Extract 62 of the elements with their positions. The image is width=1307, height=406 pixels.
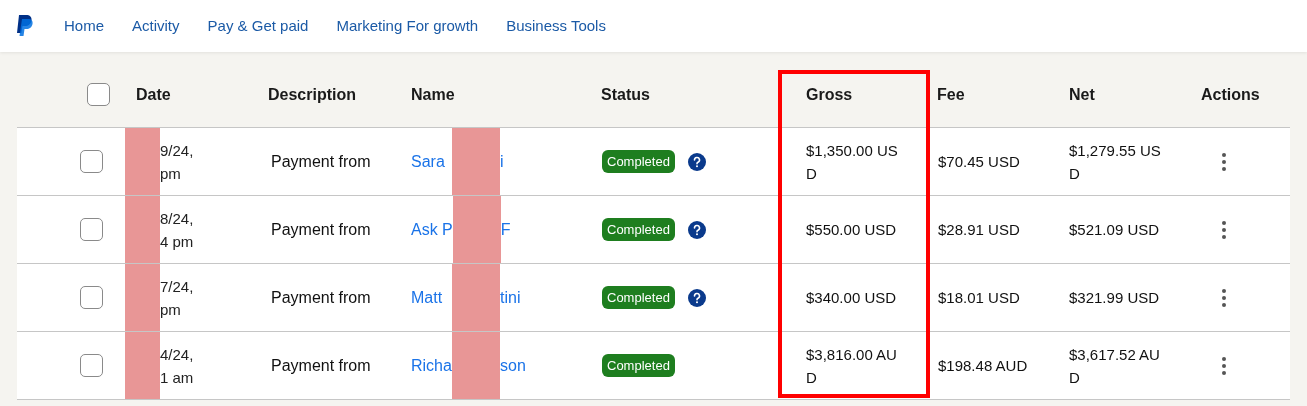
name-link[interactable]: son <box>500 353 526 378</box>
net-amount: $1,279.55 US D <box>1069 140 1161 184</box>
status-badge: Completed <box>602 217 675 242</box>
column-header: Description <box>267 84 357 105</box>
redaction-mark <box>452 332 500 399</box>
description-text: Payment from <box>271 287 371 308</box>
gross-amount: $550.00 USD <box>806 220 897 240</box>
date-text: 9/24, pm <box>160 140 194 184</box>
nav-link[interactable]: Business Tools <box>506 14 606 38</box>
checkbox[interactable] <box>80 354 103 377</box>
name-link[interactable]: tini <box>500 285 521 310</box>
name-link[interactable]: Ask P <box>411 217 453 242</box>
column-header: Date <box>135 84 172 105</box>
date-text: 7/24, pm <box>160 276 194 320</box>
redaction-mark <box>452 128 500 195</box>
checkbox[interactable] <box>80 150 103 173</box>
name-link[interactable]: Sara <box>411 149 452 174</box>
description-text: Payment from <box>271 151 371 172</box>
fee-amount: $70.45 USD <box>938 152 1020 172</box>
name-link[interactable]: i <box>500 149 504 174</box>
name-link[interactable]: Richa <box>411 353 452 378</box>
checkbox[interactable] <box>80 286 103 309</box>
net-amount: $3,617.52 AU D <box>1069 344 1160 388</box>
checkbox[interactable] <box>87 83 110 106</box>
gross-amount: $1,350.00 US D <box>806 140 898 184</box>
redaction-mark <box>125 196 160 263</box>
help-icon[interactable] <box>687 220 706 239</box>
column-header: Gross <box>805 84 854 105</box>
description-text: Payment from <box>271 219 371 240</box>
paypal-logo[interactable] <box>16 15 34 37</box>
redaction-mark <box>452 264 500 331</box>
status-badge: Completed <box>602 149 675 174</box>
column-header: Actions <box>1200 84 1261 105</box>
help-icon[interactable] <box>687 288 706 307</box>
fee-amount: $198.48 AUD <box>938 356 1028 376</box>
redaction-mark <box>125 264 160 331</box>
help-icon[interactable] <box>687 152 706 171</box>
date-text: 4/24, 1 am <box>160 344 194 388</box>
status-badge: Completed <box>602 285 675 310</box>
gross-amount: $340.00 USD <box>806 288 897 308</box>
column-header: Name <box>410 84 456 105</box>
fee-amount: $28.91 USD <box>938 220 1020 240</box>
net-amount: $521.09 USD <box>1069 220 1160 240</box>
column-header: Net <box>1068 84 1096 105</box>
fee-amount: $18.01 USD <box>938 288 1020 308</box>
name-link[interactable]: F <box>500 217 511 242</box>
nav-link[interactable]: Activity <box>132 14 180 38</box>
name-link[interactable]: Matt <box>411 285 452 310</box>
checkbox[interactable] <box>80 218 103 241</box>
redaction-mark <box>452 196 501 263</box>
status-badge: Completed <box>602 353 675 378</box>
net-amount: $321.99 USD <box>1069 288 1160 308</box>
nav-link[interactable]: Marketing For growth <box>336 14 479 38</box>
date-text: 8/24, 4 pm <box>160 208 194 252</box>
description-text: Payment from <box>271 355 371 376</box>
redaction-mark <box>125 128 160 195</box>
gross-amount: $3,816.00 AU D <box>806 344 897 388</box>
nav-link[interactable]: Pay & Get paid <box>207 14 309 38</box>
nav-link[interactable]: Home <box>64 14 104 38</box>
column-header: Status <box>600 84 651 105</box>
redaction-mark <box>125 332 160 399</box>
column-header: Fee <box>936 84 966 105</box>
